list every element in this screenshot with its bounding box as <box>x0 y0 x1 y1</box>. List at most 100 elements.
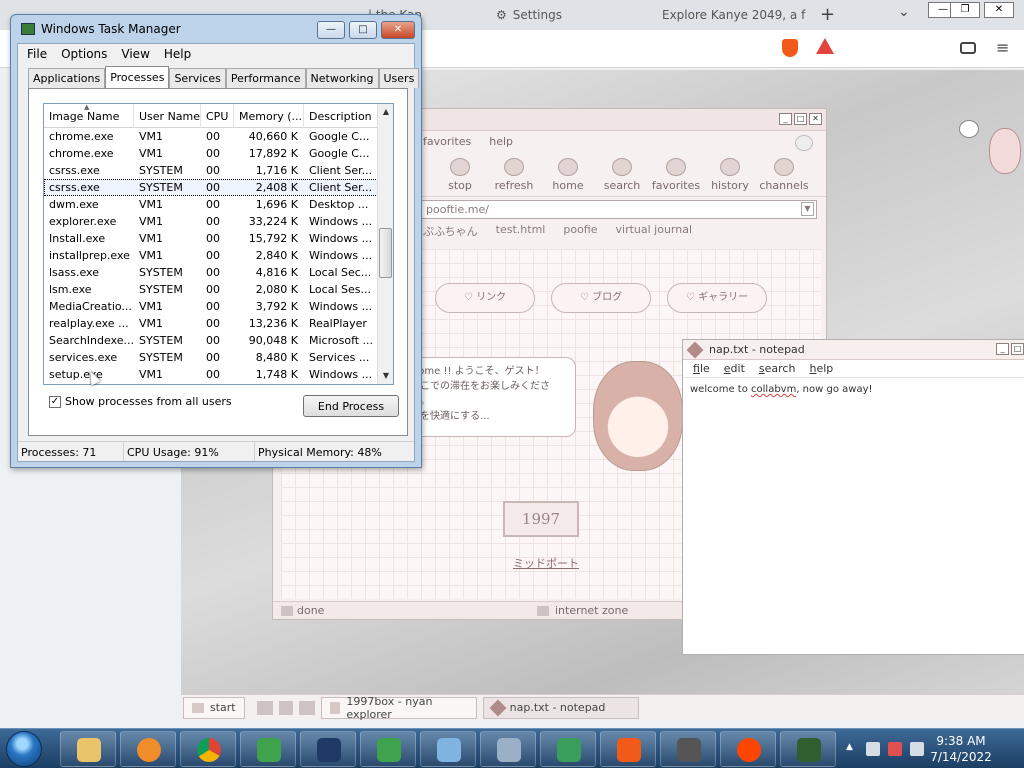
notepad-menu-search[interactable]: search <box>759 362 796 375</box>
taskbar-realplayer[interactable] <box>300 731 356 767</box>
process-list-scrollbar[interactable]: ▲ ▼ <box>377 104 393 384</box>
end-process-button[interactable]: End Process <box>303 395 399 417</box>
nyan-start-button[interactable]: start <box>183 696 245 719</box>
maximize-button[interactable]: ❐ <box>950 2 980 18</box>
process-row[interactable]: services.exe SYSTEM 00 8,480 K Services ... <box>44 349 378 366</box>
taskbar-task-manager[interactable] <box>780 731 836 767</box>
wallet-icon[interactable] <box>960 42 976 54</box>
tm-menu-file[interactable]: File <box>20 47 54 61</box>
tab-performance[interactable]: Performance <box>225 68 306 88</box>
nyan-close-button[interactable]: ✕ <box>809 113 822 125</box>
nyan-link-poofie[interactable]: poofie <box>563 223 597 239</box>
taskbar-media-player[interactable] <box>120 731 176 767</box>
browser-tab-kanye[interactable]: Explore Kanye 2049, a f <box>648 2 812 28</box>
nyan-history-button[interactable]: history <box>703 158 757 196</box>
scroll-down-icon[interactable]: ▼ <box>378 368 393 384</box>
nyan-link-test[interactable]: test.html <box>496 223 546 239</box>
checkbox-box[interactable]: ✓ <box>49 395 61 408</box>
tm-menu-help[interactable]: Help <box>157 47 198 61</box>
tm-menu-options[interactable]: Options <box>54 47 114 61</box>
taskbar-app-c[interactable] <box>480 731 536 767</box>
taskbar-brave[interactable] <box>600 731 656 767</box>
brave-rewards-icon[interactable] <box>816 38 834 54</box>
taskbar-downloader[interactable] <box>540 731 596 767</box>
column-image-name[interactable]: ▲ Image Name <box>44 104 134 128</box>
taskbar-item-notepad[interactable]: nap.txt - notepad <box>482 696 639 719</box>
nyan-maximize-button[interactable]: □ <box>794 113 807 125</box>
tray-expand-icon[interactable]: ▲ <box>846 742 860 756</box>
notepad-text-area[interactable]: welcome to collabvm, now go away! <box>683 378 1024 401</box>
process-row[interactable]: chrome.exe VM1 00 40,660 K Google C... <box>44 128 378 145</box>
notepad-menu-edit[interactable]: edit <box>724 362 745 375</box>
show-all-processes-checkbox[interactable]: ✓ Show processes from all users <box>49 395 232 408</box>
nyan-stop-button[interactable]: stop <box>433 158 487 196</box>
column-memory[interactable]: Memory (... <box>234 104 304 128</box>
process-row[interactable]: lsass.exe SYSTEM 00 4,816 K Local Sec... <box>44 264 378 281</box>
nyan-channels-button[interactable]: channels <box>757 158 811 196</box>
process-row[interactable]: realplay.exe ... VM1 00 13,236 K RealPlayer <box>44 315 378 332</box>
trash-icon[interactable] <box>278 700 293 715</box>
taskbar-app-a[interactable] <box>240 731 296 767</box>
gallery-button[interactable]: ♡ ギャラリー <box>667 283 767 313</box>
column-user-name[interactable]: User Name <box>134 104 201 128</box>
taskbar-explorer[interactable] <box>60 731 116 767</box>
action-center-icon[interactable] <box>888 742 902 756</box>
process-row[interactable]: installprep.exe VM1 00 2,840 K Windows ... <box>44 247 378 264</box>
process-row[interactable]: explorer.exe VM1 00 33,224 K Windows ... <box>44 213 378 230</box>
browser-tab-settings[interactable]: ⚙ Settings <box>488 2 638 28</box>
notepad-menu-file[interactable]: file <box>693 362 710 375</box>
scroll-up-icon[interactable]: ▲ <box>378 104 393 120</box>
process-row[interactable]: dwm.exe VM1 00 1,696 K Desktop ... <box>44 196 378 213</box>
nyan-address-bar[interactable]: pooftie.me/ ▼ <box>421 200 817 219</box>
process-row[interactable]: Install.exe VM1 00 15,792 K Windows ... <box>44 230 378 247</box>
midpoint-link[interactable]: ミッドポート <box>513 555 579 571</box>
nyan-favorites-button[interactable]: favorites <box>649 158 703 196</box>
tm-maximize-button[interactable]: □ <box>349 21 377 39</box>
tm-menu-view[interactable]: View <box>114 47 156 61</box>
nyan-search-button[interactable]: search <box>595 158 649 196</box>
nyan-home-button[interactable]: home <box>541 158 595 196</box>
tm-close-button[interactable]: ✕ <box>381 21 415 39</box>
nyan-refresh-button[interactable]: refresh <box>487 158 541 196</box>
taskbar-app-d[interactable] <box>660 731 716 767</box>
network-icon[interactable] <box>866 742 880 756</box>
taskbar-reddit[interactable] <box>720 731 776 767</box>
new-tab-button[interactable]: + <box>820 4 835 25</box>
nyan-link-virtual-journal[interactable]: virtual journal <box>616 223 693 239</box>
column-cpu[interactable]: CPU <box>201 104 234 128</box>
process-row[interactable]: SearchIndexe... SYSTEM 00 90,048 K Microsoft… <box>44 332 378 349</box>
link-button[interactable]: ♡ リンク <box>435 283 535 313</box>
taskbar-chrome[interactable] <box>180 731 236 767</box>
notepad-minimize-button[interactable]: _ <box>996 343 1009 355</box>
scroll-thumb[interactable] <box>379 228 392 278</box>
column-description[interactable]: Description <box>304 104 378 128</box>
notepad-maximize-button[interactable]: □ <box>1011 343 1024 355</box>
tm-minimize-button[interactable]: — <box>317 21 345 39</box>
menu-icon[interactable]: ≡ <box>996 38 1009 57</box>
nyan-menu-favorites[interactable]: favorites <box>423 135 471 148</box>
tab-processes[interactable]: Processes <box>105 66 170 88</box>
taskbar-control-panel[interactable] <box>420 731 476 767</box>
headphones-icon[interactable] <box>959 120 979 138</box>
box-icon[interactable] <box>298 700 315 715</box>
process-row[interactable]: MediaCreatio... VM1 00 3,792 K Windows ... <box>44 298 378 315</box>
system-clock[interactable]: 9:38 AM 7/14/2022 <box>926 733 996 765</box>
tab-networking[interactable]: Networking <box>305 68 379 88</box>
tab-applications[interactable]: Applications <box>28 68 106 88</box>
process-row[interactable]: csrss.exe SYSTEM 00 2,408 K Client Ser... <box>44 179 378 196</box>
notepad-menu-help[interactable]: help <box>809 362 833 375</box>
nyan-link-pufuchan[interactable]: ぷふちゃん <box>423 223 478 239</box>
tab-list-button[interactable]: ⌄ <box>898 4 910 20</box>
process-row[interactable]: chrome.exe VM1 00 17,892 K Google C... <box>44 145 378 162</box>
chevron-down-icon[interactable]: ▼ <box>801 202 814 216</box>
close-button[interactable]: ✕ <box>984 2 1014 18</box>
volume-icon[interactable] <box>910 742 924 756</box>
process-row[interactable]: lsm.exe SYSTEM 00 2,080 K Local Ses... <box>44 281 378 298</box>
taskbar-item-nyan-explorer[interactable]: 1997box - nyan explorer <box>320 695 477 721</box>
windows-start-button[interactable] <box>6 731 42 767</box>
process-row[interactable]: csrss.exe SYSTEM 00 1,716 K Client Ser... <box>44 162 378 179</box>
nyan-menu-help[interactable]: help <box>489 135 513 148</box>
tab-services[interactable]: Services <box>169 68 226 88</box>
quicklaunch-icon[interactable] <box>256 700 273 715</box>
nyan-minimize-button[interactable]: _ <box>779 113 792 125</box>
